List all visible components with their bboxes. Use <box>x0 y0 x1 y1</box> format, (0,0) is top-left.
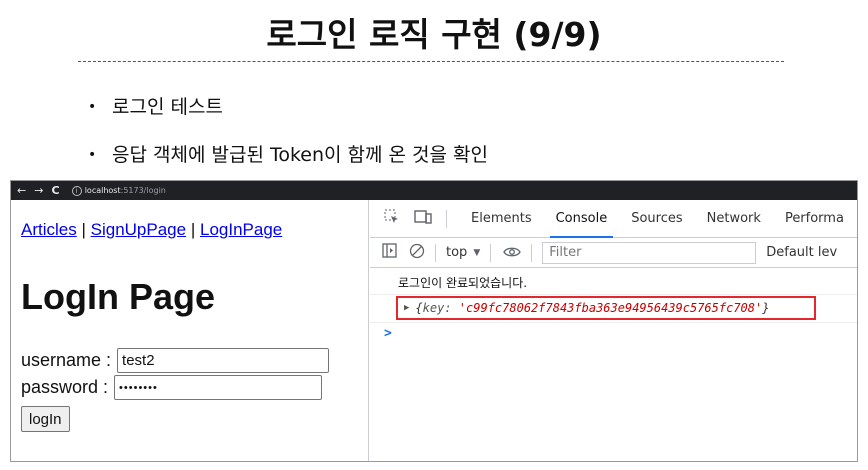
expand-triangle-icon[interactable]: ▶ <box>404 303 409 313</box>
info-icon[interactable]: i <box>71 186 82 196</box>
filter-input[interactable]: Filter <box>542 241 757 264</box>
token-value: 'c99fc78062f7843fba363e94956439c5765fc70… <box>458 301 763 315</box>
clear-console-icon[interactable] <box>409 243 425 263</box>
console-prompt-icon[interactable]: > <box>384 326 392 341</box>
link-separator: | <box>81 220 86 239</box>
tab-elements[interactable]: Elements <box>471 200 532 238</box>
console-toolbar: top ▼ Filter Default lev <box>370 238 857 268</box>
url-field[interactable]: i localhost:5173/login <box>68 185 166 196</box>
link-separator: | <box>190 220 196 239</box>
tab-network[interactable]: Network <box>707 200 761 238</box>
toolbar-divider <box>490 243 492 262</box>
log-levels-dropdown[interactable]: Default lev <box>766 245 837 260</box>
object-key: key: <box>422 301 452 315</box>
bullet-text: 로그인 테스트 <box>112 96 223 118</box>
url-path: :5173/login <box>120 186 166 195</box>
articles-link[interactable]: Articles <box>21 220 77 239</box>
title-divider <box>78 61 784 62</box>
page-title: LogIn Page <box>21 276 216 317</box>
toolbar-divider <box>446 209 447 228</box>
username-row: username : test2 <box>21 348 330 373</box>
object-open-brace: { <box>415 301 423 315</box>
devtools-panel: Elements Console Sources Network Perform… <box>370 200 857 461</box>
password-label: password : <box>21 377 109 397</box>
bullet-text: 응답 객체에 발급된 Token이 함께 온 것을 확인 <box>112 144 489 166</box>
eye-icon[interactable] <box>503 244 521 262</box>
login-button[interactable]: logIn <box>21 406 70 432</box>
inspect-element-icon[interactable] <box>384 209 400 229</box>
address-bar: ← → C i localhost:5173/login <box>11 181 857 200</box>
browser-content: Articles | SignUpPage | LogInPage LogIn … <box>11 200 857 461</box>
context-selector[interactable]: top <box>446 245 467 260</box>
tab-performance[interactable]: Performa <box>785 200 844 238</box>
bullet-item: • 응답 객체에 발급된 Token이 함께 온 것을 확인 <box>88 140 488 167</box>
nav-links: Articles | SignUpPage | LogInPage <box>21 220 282 240</box>
page-viewport: Articles | SignUpPage | LogInPage LogIn … <box>11 200 369 461</box>
username-input[interactable]: test2 <box>117 348 330 373</box>
password-input[interactable]: •••••••• <box>114 375 323 400</box>
tab-console[interactable]: Console <box>549 200 613 238</box>
slide-title: 로그인 로직 구현 (9/9) <box>266 15 602 54</box>
toolbar-divider <box>531 243 533 262</box>
signup-link[interactable]: SignUpPage <box>91 220 186 239</box>
tab-sources[interactable]: Sources <box>631 200 682 238</box>
toolbar-divider <box>435 243 436 262</box>
bullet-item: • 로그인 테스트 <box>88 92 223 119</box>
caret-down-icon[interactable]: ▼ <box>473 248 480 258</box>
console-row-divider <box>370 294 857 295</box>
url-host: localhost <box>84 186 121 195</box>
password-row: password : •••••••• <box>21 375 323 400</box>
username-label: username : <box>21 350 112 370</box>
forward-arrow-icon[interactable]: → <box>34 184 43 197</box>
bullet-dot: • <box>88 147 97 163</box>
device-toolbar-icon[interactable] <box>414 209 432 229</box>
reload-icon[interactable]: C <box>51 184 59 197</box>
sidebar-toggle-icon[interactable] <box>382 243 397 262</box>
bullet-dot: • <box>88 99 97 115</box>
back-arrow-icon[interactable]: ← <box>17 184 26 197</box>
login-link[interactable]: LogInPage <box>200 220 282 239</box>
object-close-brace: } <box>762 301 770 315</box>
devtools-tab-bar: Elements Console Sources Network Perform… <box>370 200 857 238</box>
browser-window: ← → C i localhost:5173/login Articles | … <box>10 180 858 462</box>
console-row-divider <box>370 322 857 323</box>
console-object-entry[interactable]: ▶ {key: 'c99fc78062f7843fba363e94956439c… <box>396 296 816 320</box>
console-log-message: 로그인이 완료되었습니다. <box>398 276 528 290</box>
